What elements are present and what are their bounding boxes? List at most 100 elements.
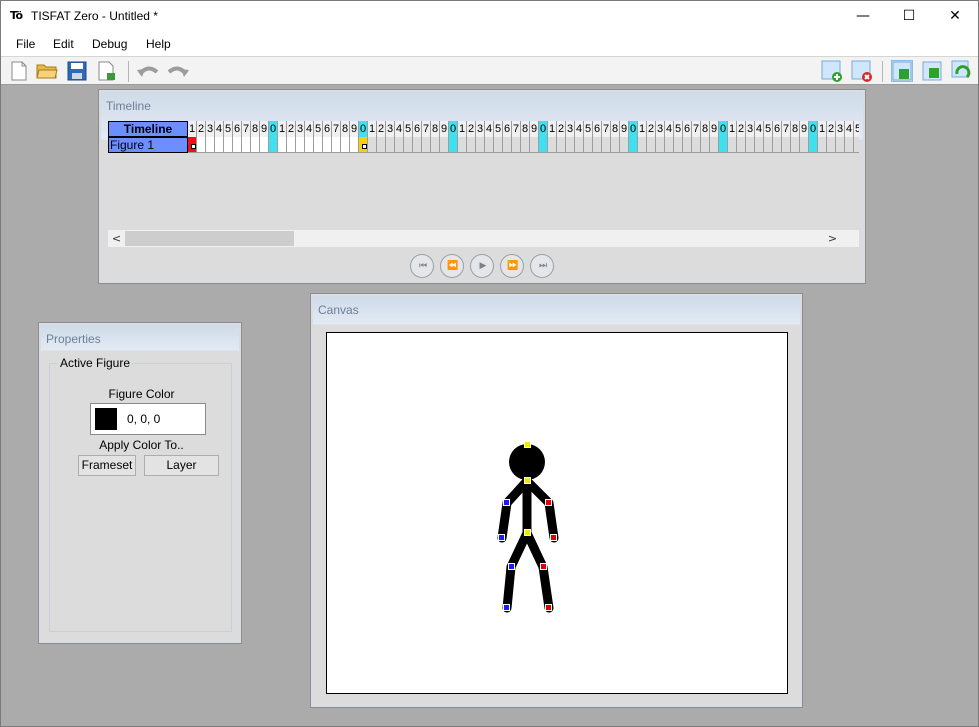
frame-cell[interactable]	[395, 137, 404, 153]
frame-cell[interactable]	[818, 137, 827, 153]
frame-cell[interactable]	[521, 137, 530, 153]
frame-cell[interactable]	[341, 137, 350, 153]
frame-cell[interactable]	[260, 137, 269, 153]
frame-cell[interactable]	[278, 137, 287, 153]
frame-cell[interactable]	[296, 137, 305, 153]
frame-cell[interactable]	[773, 137, 782, 153]
move-layer-up-icon[interactable]	[921, 60, 943, 82]
frame-cell[interactable]	[566, 137, 575, 153]
frame-cell[interactable]	[386, 137, 395, 153]
frame-cell[interactable]	[404, 137, 413, 153]
frame-cell[interactable]	[422, 137, 431, 153]
move-layer-down-icon[interactable]	[891, 60, 913, 82]
menu-help[interactable]: Help	[146, 37, 171, 51]
joint-right-elbow[interactable]	[545, 499, 552, 506]
frame-cell[interactable]	[188, 137, 197, 153]
frame-cell[interactable]	[791, 137, 800, 153]
frame-cell[interactable]	[539, 137, 548, 153]
frame-cell[interactable]	[827, 137, 836, 153]
frame-cell[interactable]	[449, 137, 458, 153]
frame-cell[interactable]	[305, 137, 314, 153]
frame-cell[interactable]	[656, 137, 665, 153]
scroll-right-icon[interactable]: >	[824, 230, 841, 247]
frame-cell[interactable]	[323, 137, 332, 153]
frame-cell[interactable]	[359, 137, 368, 153]
frame-cell[interactable]	[593, 137, 602, 153]
frame-cell[interactable]	[809, 137, 818, 153]
frame-cell[interactable]	[737, 137, 746, 153]
layer-button[interactable]: Layer	[144, 455, 219, 476]
joint-left-knee[interactable]	[508, 563, 515, 570]
stick-figure[interactable]	[327, 333, 787, 693]
joint-right-knee[interactable]	[540, 563, 547, 570]
redo-icon[interactable]	[167, 60, 189, 82]
joint-left-foot[interactable]	[503, 604, 510, 611]
joint-neck[interactable]	[524, 477, 531, 484]
frame-cell[interactable]	[611, 137, 620, 153]
frame-cell[interactable]	[836, 137, 845, 153]
frame-cell[interactable]	[197, 137, 206, 153]
undo-icon[interactable]	[137, 60, 159, 82]
scroll-left-icon[interactable]: <	[108, 230, 125, 247]
joint-left-hand[interactable]	[498, 534, 505, 541]
refresh-icon[interactable]	[951, 60, 973, 82]
frame-cell[interactable]	[215, 137, 224, 153]
color-picker[interactable]: 0, 0, 0	[90, 403, 206, 435]
frame-cell[interactable]	[368, 137, 377, 153]
menu-edit[interactable]: Edit	[53, 37, 74, 51]
frame-cell[interactable]	[728, 137, 737, 153]
joint-left-elbow[interactable]	[503, 499, 510, 506]
frame-cell[interactable]	[746, 137, 755, 153]
last-frame-button[interactable]: ⏭	[530, 254, 554, 278]
frame-cell[interactable]	[638, 137, 647, 153]
frame-cell[interactable]	[845, 137, 854, 153]
frame-cell[interactable]	[683, 137, 692, 153]
frame-cell[interactable]	[800, 137, 809, 153]
frame-cell[interactable]	[503, 137, 512, 153]
frameset-button[interactable]: Frameset	[78, 455, 136, 476]
frame-cell[interactable]	[719, 137, 728, 153]
add-figure-icon[interactable]	[821, 60, 843, 82]
frame-cell[interactable]	[233, 137, 242, 153]
open-folder-icon[interactable]	[36, 60, 58, 82]
joint-right-foot[interactable]	[545, 604, 552, 611]
frame-cell[interactable]	[674, 137, 683, 153]
save-icon[interactable]	[66, 60, 88, 82]
frame-cell[interactable]	[314, 137, 323, 153]
joint-head-top[interactable]	[524, 441, 531, 448]
next-frame-button[interactable]: ⏩	[500, 254, 524, 278]
frame-cell[interactable]	[692, 137, 701, 153]
frame-cell[interactable]	[548, 137, 557, 153]
frame-cell[interactable]	[377, 137, 386, 153]
frame-cell[interactable]	[242, 137, 251, 153]
frame-cell[interactable]	[602, 137, 611, 153]
frame-cell[interactable]	[206, 137, 215, 153]
frame-cell[interactable]	[530, 137, 539, 153]
joint-hip[interactable]	[524, 529, 531, 536]
frame-cell[interactable]	[251, 137, 260, 153]
frame-cell[interactable]	[710, 137, 719, 153]
export-icon[interactable]	[96, 60, 118, 82]
frame-cell[interactable]	[332, 137, 341, 153]
frame-cell[interactable]	[350, 137, 359, 153]
frame-cell-row[interactable]	[188, 137, 859, 153]
frame-cell[interactable]	[269, 137, 278, 153]
joint-right-hand[interactable]	[550, 534, 557, 541]
frame-cell[interactable]	[782, 137, 791, 153]
frame-cell[interactable]	[584, 137, 593, 153]
first-frame-button[interactable]: ⏮	[410, 254, 434, 278]
frame-cell[interactable]	[512, 137, 521, 153]
frame-cell[interactable]	[764, 137, 773, 153]
frame-cell[interactable]	[854, 137, 859, 153]
frame-cell[interactable]	[224, 137, 233, 153]
frame-cell[interactable]	[458, 137, 467, 153]
frame-cell[interactable]	[431, 137, 440, 153]
frame-cell[interactable]	[476, 137, 485, 153]
frame-cell[interactable]	[755, 137, 764, 153]
scroll-thumb[interactable]	[125, 231, 294, 246]
close-button[interactable]: ✕	[932, 1, 978, 31]
drawing-canvas[interactable]	[326, 332, 788, 694]
remove-figure-icon[interactable]	[851, 60, 873, 82]
layer-row-figure-1[interactable]: Figure 1	[108, 137, 188, 153]
frame-cell[interactable]	[557, 137, 566, 153]
